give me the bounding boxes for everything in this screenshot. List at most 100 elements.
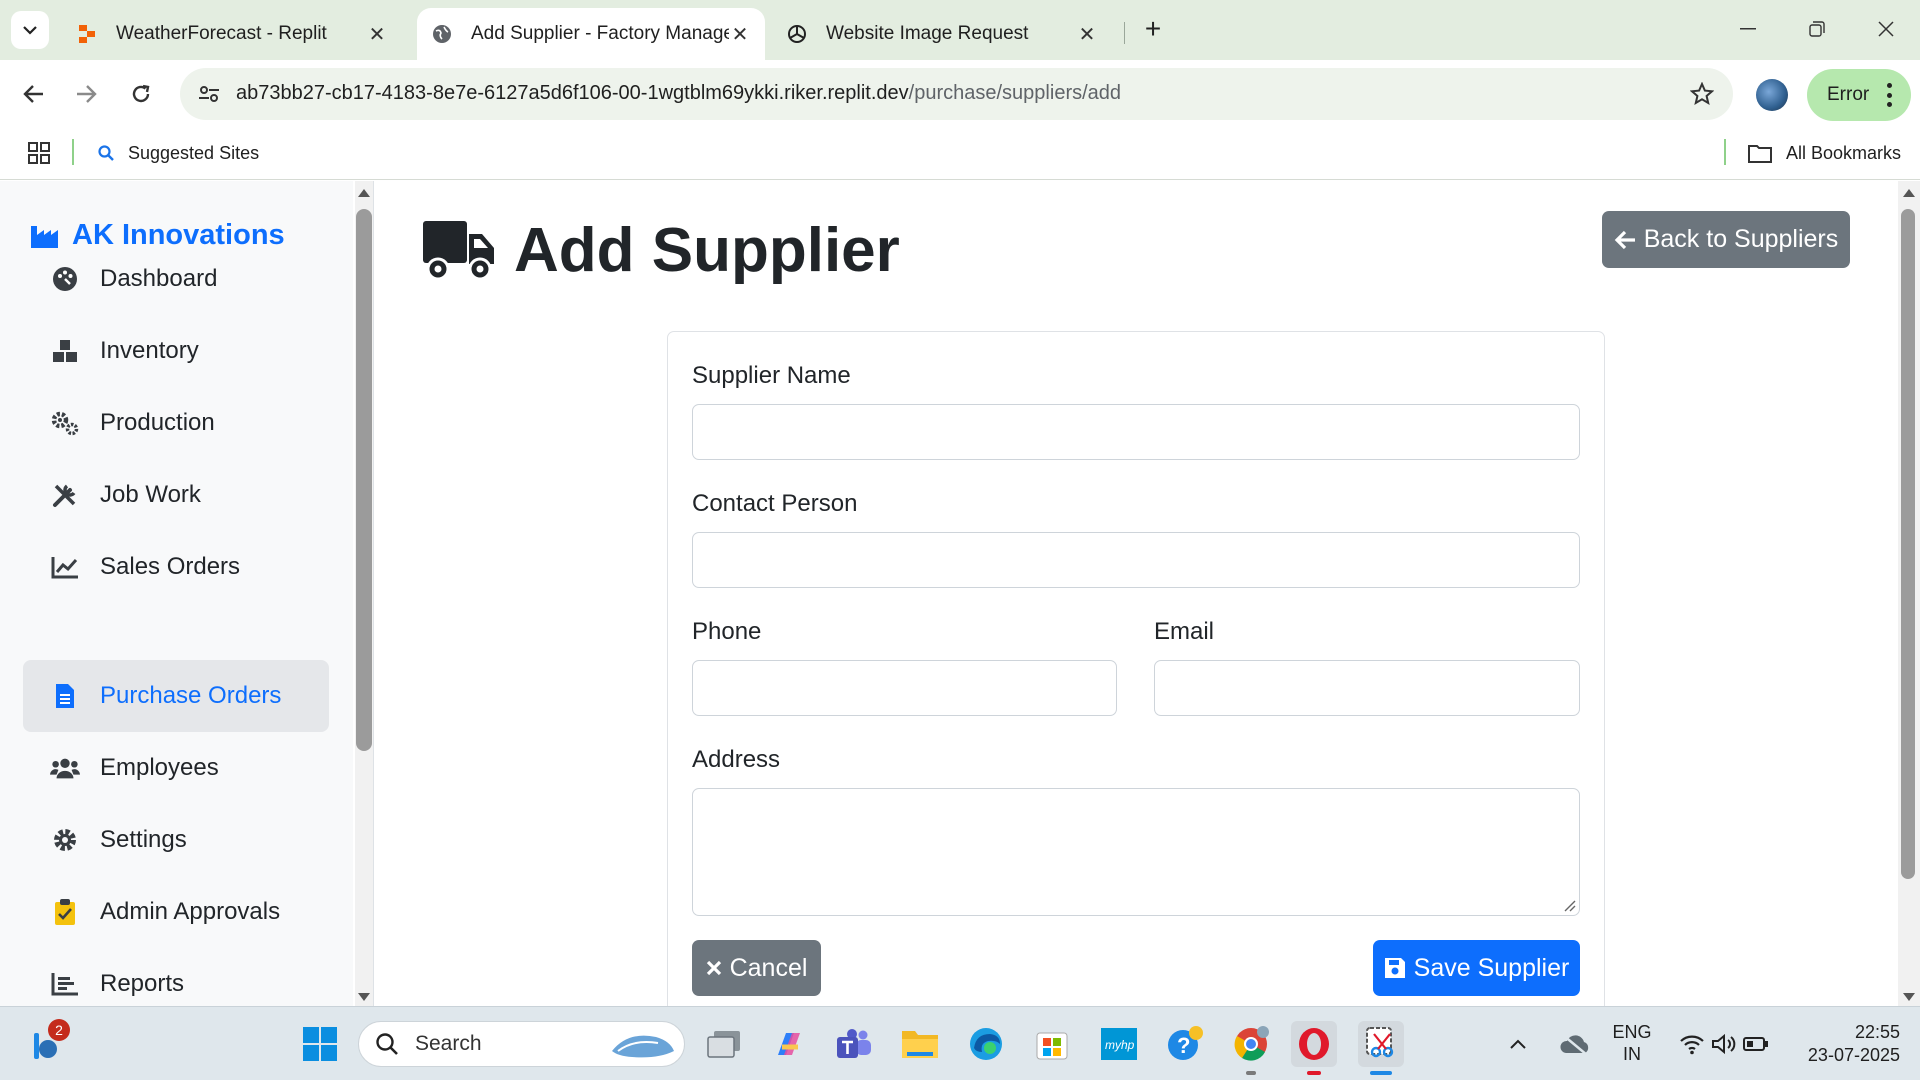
tab-website-image-request[interactable]: Website Image Request ✕ [772, 8, 1112, 60]
sidebar-item-job-work[interactable]: Job Work [23, 459, 329, 531]
new-tab-button[interactable]: + [1138, 13, 1168, 44]
language-indicator[interactable]: ENG IN [1604, 1021, 1660, 1065]
sidebar-item-label: Admin Approvals [100, 898, 281, 925]
sidebar-item-purchase-orders[interactable]: Purchase Orders [23, 660, 329, 732]
search-placeholder: Search [415, 1032, 482, 1055]
tab-search-button[interactable] [11, 11, 49, 49]
bookmark-separator [72, 139, 74, 165]
gears-icon [50, 408, 80, 438]
clock[interactable]: 22:55 23-07-2025 [1790, 1021, 1900, 1067]
contact-person-input[interactable] [692, 532, 1580, 588]
document-icon [50, 681, 80, 711]
wifi-icon [1680, 1035, 1704, 1055]
sidebar-item-label: Dashboard [100, 265, 218, 292]
address-bar[interactable]: ab73bb27-cb17-4183-8e7e-6127a5d6f106-00-… [180, 68, 1733, 120]
sidebar-item-production[interactable]: Production [23, 387, 329, 459]
resize-handle-icon[interactable] [1562, 898, 1576, 912]
copilot-button[interactable] [766, 1021, 812, 1067]
bookmark-suggested-sites[interactable]: Suggested Sites [98, 140, 259, 166]
close-icon[interactable]: ✕ [729, 23, 751, 46]
save-button-label: Save Supplier [1413, 953, 1570, 982]
search-icon [98, 145, 114, 161]
line-chart-icon [50, 552, 80, 582]
teams-button[interactable] [831, 1021, 877, 1067]
file-explorer-button[interactable] [897, 1021, 943, 1067]
close-icon [706, 960, 722, 976]
restore-button[interactable] [1797, 12, 1837, 46]
contact-person-label: Contact Person [692, 490, 858, 517]
edge-button[interactable] [963, 1021, 1009, 1067]
tab-weatherforecast[interactable]: WeatherForecast - Replit ✕ [62, 8, 402, 60]
all-bookmarks-button[interactable]: All Bookmarks [1748, 140, 1901, 166]
onedrive-button[interactable] [1557, 1021, 1593, 1067]
address-label: Address [692, 746, 781, 773]
start-button[interactable] [297, 1021, 343, 1067]
tab-add-supplier[interactable]: Add Supplier - Factory Manage ✕ [417, 8, 765, 60]
address-textarea[interactable] [692, 788, 1580, 916]
sidebar-item-sales-orders[interactable]: Sales Orders [23, 531, 329, 603]
chrome-button[interactable] [1228, 1021, 1274, 1067]
show-hidden-icons-button[interactable] [1503, 1021, 1533, 1067]
task-view-icon [707, 1031, 740, 1058]
cancel-button[interactable]: Cancel [692, 940, 821, 996]
opera-button[interactable] [1291, 1021, 1337, 1067]
site-settings-icon[interactable] [196, 81, 222, 107]
opera-icon [1299, 1028, 1329, 1060]
minimize-button[interactable] [1728, 12, 1768, 46]
close-window-button[interactable] [1866, 12, 1906, 46]
main-scrollbar[interactable] [1898, 181, 1920, 1006]
myhp-button[interactable]: myhp [1096, 1021, 1142, 1067]
supplier-form-card: Supplier Name Contact Person Phone Email… [667, 331, 1605, 1006]
quick-settings-button[interactable] [1674, 1021, 1774, 1067]
sidebar-item-settings[interactable]: Settings [23, 804, 329, 876]
sidebar-item-admin-approvals[interactable]: Admin Approvals [23, 876, 329, 948]
sidebar: AK Innovations Dashboard Inventory Produ… [0, 181, 353, 1006]
main-content: Add Supplier Back to Suppliers Supplier … [374, 181, 1898, 1006]
apps-grid-icon[interactable] [27, 141, 51, 165]
forward-nav-button[interactable] [68, 76, 104, 112]
back-to-suppliers-button[interactable]: Back to Suppliers [1602, 211, 1850, 268]
clock-time: 22:55 [1854, 1022, 1900, 1042]
supplier-name-input[interactable] [692, 404, 1580, 460]
sidebar-item-inventory[interactable]: Inventory [23, 315, 329, 387]
gear-icon [50, 825, 80, 855]
bookmark-star-icon[interactable] [1689, 81, 1715, 107]
boxes-icon [50, 336, 80, 366]
profile-avatar[interactable] [1756, 79, 1788, 111]
save-supplier-button[interactable]: Save Supplier [1373, 940, 1580, 996]
scroll-down-icon[interactable] [1903, 993, 1915, 1001]
store-button[interactable] [1029, 1021, 1075, 1067]
profile-error-button[interactable]: Error [1807, 69, 1911, 121]
sidebar-item-reports[interactable]: Reports [23, 948, 329, 1006]
phone-input[interactable] [692, 660, 1117, 716]
minimize-icon [1740, 28, 1756, 30]
region-code: IN [1623, 1044, 1641, 1064]
back-nav-button[interactable] [16, 76, 52, 112]
volume-icon [1712, 1033, 1736, 1055]
sidebar-scroll-thumb[interactable] [356, 209, 372, 751]
more-menu-icon[interactable] [1887, 83, 1893, 107]
help-button[interactable]: ? [1162, 1021, 1208, 1067]
sidebar-item-dashboard[interactable]: Dashboard [23, 243, 329, 315]
sidebar-item-label: Purchase Orders [100, 682, 282, 709]
reload-button[interactable] [123, 76, 159, 112]
email-input[interactable] [1154, 660, 1580, 716]
svg-text:?: ? [1177, 1033, 1190, 1058]
main-scroll-thumb[interactable] [1901, 209, 1915, 879]
task-view-button[interactable] [701, 1021, 747, 1067]
close-icon[interactable]: ✕ [366, 23, 388, 46]
close-icon[interactable]: ✕ [1076, 23, 1098, 46]
restore-icon [1809, 21, 1825, 37]
sidebar-scrollbar[interactable] [355, 181, 373, 1006]
scroll-down-icon[interactable] [358, 993, 370, 1001]
scroll-up-icon[interactable] [1903, 189, 1915, 197]
snipping-tool-running-indicator [1370, 1071, 1392, 1075]
reload-icon [132, 84, 150, 103]
bookmarks-bar: Suggested Sites All Bookmarks [0, 126, 1920, 180]
scroll-up-icon[interactable] [358, 189, 370, 197]
snipping-tool-button[interactable] [1358, 1021, 1404, 1067]
taskbar-search[interactable]: Search [358, 1021, 685, 1067]
bookmark-label: All Bookmarks [1786, 142, 1902, 163]
sidebar-item-employees[interactable]: Employees [23, 732, 329, 804]
openai-icon [786, 23, 808, 45]
